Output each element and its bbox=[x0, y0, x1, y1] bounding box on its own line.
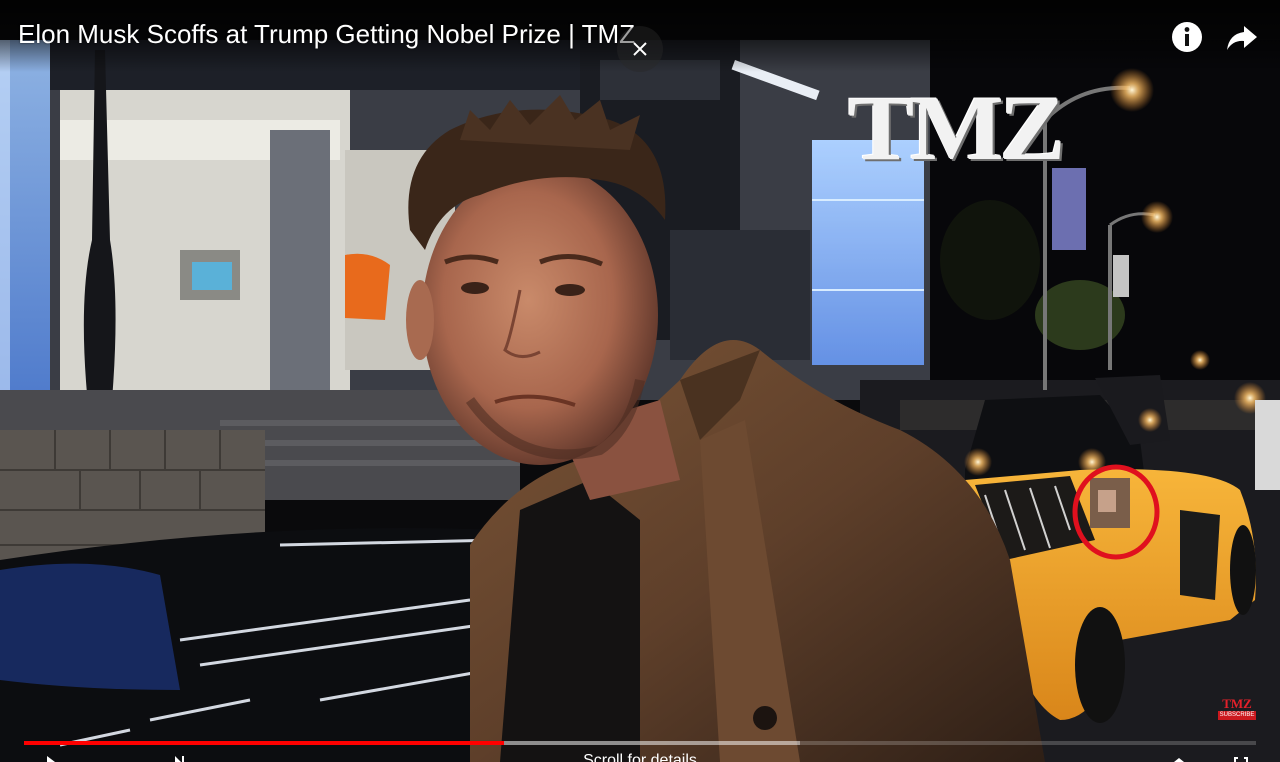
fullscreen-icon[interactable] bbox=[1234, 756, 1248, 762]
watermark-logo: TMZ bbox=[1222, 696, 1252, 711]
watermark-subscribe: SUBSCRIBE bbox=[1218, 711, 1256, 720]
video-title[interactable]: Elon Musk Scoffs at Trump Getting Nobel … bbox=[18, 19, 635, 50]
close-icon bbox=[633, 42, 647, 56]
settings-icon[interactable] bbox=[1172, 756, 1186, 762]
bottom-controls: Scroll for details bbox=[0, 746, 1280, 762]
share-icon bbox=[1227, 26, 1257, 50]
scroll-for-details-hint[interactable]: Scroll for details bbox=[540, 752, 740, 762]
top-bar: Elon Musk Scoffs at Trump Getting Nobel … bbox=[0, 0, 1280, 72]
progress-bar[interactable] bbox=[24, 741, 1256, 745]
info-button[interactable] bbox=[1170, 20, 1204, 54]
play-icon[interactable] bbox=[44, 756, 58, 762]
video-player[interactable]: TMZ Elon Musk Scoffs at Trump Getting No… bbox=[0, 0, 1280, 762]
channel-watermark[interactable]: TMZ SUBSCRIBE bbox=[1216, 696, 1258, 724]
progress-played bbox=[24, 741, 504, 745]
close-button[interactable] bbox=[617, 26, 663, 72]
next-icon[interactable] bbox=[172, 756, 186, 762]
tmz-overlay-logo: TMZ bbox=[848, 77, 1066, 179]
info-icon bbox=[1172, 22, 1202, 52]
share-button[interactable] bbox=[1224, 20, 1260, 54]
video-frame bbox=[0, 40, 1280, 762]
